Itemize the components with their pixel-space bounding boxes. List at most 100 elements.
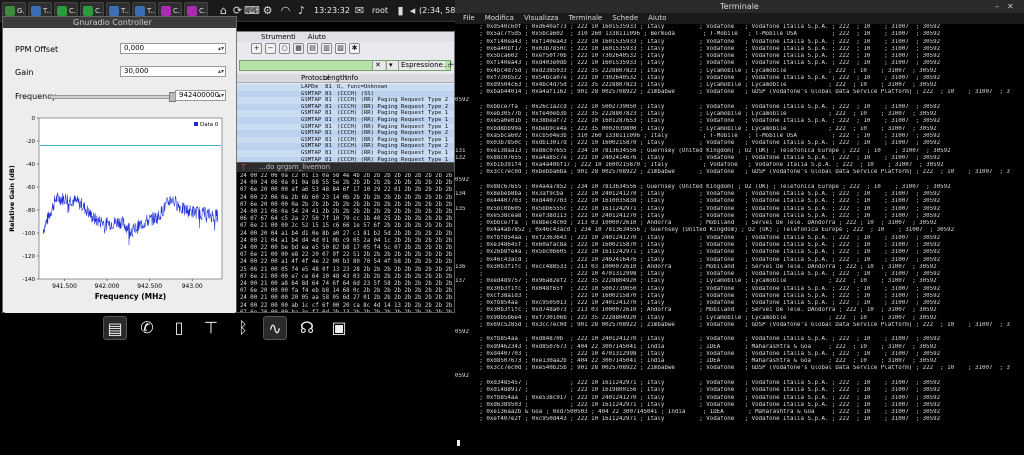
keyboard-icon[interactable]: ⌨ <box>244 3 260 18</box>
close-icon[interactable]: ✕ <box>1007 0 1014 13</box>
waveform-icon[interactable]: ∿ <box>263 316 287 340</box>
zoom-in-icon[interactable]: + <box>251 43 262 54</box>
packet-row[interactable]: GSMTAP81 (CCCH) (RR) Paging Request Type … <box>237 136 454 144</box>
terminal-menu-file[interactable]: File <box>463 14 475 22</box>
filter-clear-icon[interactable]: ✕ <box>372 61 385 70</box>
display-filter-input[interactable]: ✕ ▾ Espressione... <box>239 60 451 71</box>
capture-filters-icon[interactable]: ▤ <box>307 43 318 54</box>
terminal-line: 0592 <box>455 372 469 379</box>
add-filter-button[interactable]: + <box>447 60 454 70</box>
terminal-line: ; 0xfb854aa ; 0xe538c917 ; 222 10 240124… <box>455 394 941 401</box>
x-tick-label: 943.00 <box>182 283 203 290</box>
terminal-line: ; 0xbbce7fa ; 0x8bec4c0d ; 213 03 100007… <box>455 220 937 227</box>
packet-len: 81 <box>325 97 332 104</box>
terminal-menu-terminale[interactable]: Terminale <box>568 14 602 22</box>
bluetooth-icon[interactable]: ᛒ <box>231 316 255 340</box>
user-name[interactable]: root <box>372 0 388 21</box>
terminal-line: ; 0x4bc4d75d ; 0xd2385933 ; 222 35 22288… <box>455 67 937 74</box>
filter-history-icon[interactable]: ▾ <box>386 61 398 70</box>
terminal-line: ; 0x44407703 ; 0xd4407703 ; 222 10 16100… <box>455 198 941 205</box>
packet-len: 81 <box>325 90 332 97</box>
terminal-menu-modifica[interactable]: Modifica <box>485 14 514 22</box>
terminal-output[interactable]: ; 0xd540c60f ; 0xd640af73 ; 222 10 16015… <box>455 24 1024 455</box>
y-tick-label: -120 <box>23 254 36 260</box>
hex-line: 07 6e 21 00 00 2c 52 15 15 c6 66 1e 57 6… <box>240 223 453 230</box>
headset-icon[interactable]: ☊ <box>295 316 319 340</box>
x-tick-label: 942.000 <box>95 283 120 290</box>
clock[interactable]: 13:23:32 <box>314 0 350 21</box>
hex-line: 07 6e 21 00 00 e7 ce 64 10 48 43 03 2b 2… <box>240 273 453 280</box>
app-icon <box>31 6 41 16</box>
terminal-line: ; 0xef407e2f ; 0xc950d443 ; 222 10 16112… <box>455 416 941 423</box>
packet-row[interactable]: GSMTAP 81 (CCCH) (SS) <box>237 90 454 98</box>
terminal-title-bar[interactable]: Terminale – ✕ <box>455 0 1024 13</box>
terminal-line: ; 0x46c43acd ; ; 222 10 2402416476 ; Ita… <box>455 256 941 263</box>
terminal-menu-visualizza[interactable]: Visualizza <box>524 14 558 22</box>
coloring-icon[interactable]: ▧ <box>335 43 346 54</box>
legend-swatch <box>194 122 198 126</box>
bell-icon[interactable]: ✉ <box>352 3 367 18</box>
x-tick-label: 942.500 <box>137 283 162 290</box>
terminal-menu-schede[interactable]: Schede <box>612 14 638 22</box>
terminal-line: ; 0xf140ea43 ; 0xd403e0db ; 222 10 16015… <box>455 60 941 67</box>
packet-row[interactable]: GSMTAP81 (CCCH) (RR) Paging Request Type … <box>237 123 454 131</box>
resize-columns-icon[interactable]: ▦ <box>293 43 304 54</box>
display-filters-icon[interactable]: ▥ <box>321 43 332 54</box>
expression-button[interactable]: Espressione... <box>398 61 449 70</box>
terminal-line: ; 0xa5bca602 ; 0xcb504e3b ; 310 260 1338… <box>455 132 941 139</box>
frequency-slider[interactable] <box>50 92 176 102</box>
packet-len: 81 <box>325 84 332 90</box>
packet-row[interactable]: GSMTAP81 (CCCH) (RR) Paging Request Type … <box>237 97 454 104</box>
taskbar-item-label: C... <box>95 7 103 15</box>
col-length[interactable]: Length <box>323 74 347 83</box>
packet-row[interactable]: LAPDm 81 U, func=Unknown <box>237 84 454 91</box>
gain-input[interactable]: 30,000 ▴▾ <box>120 66 226 77</box>
gear-icon[interactable]: ⚙ <box>260 3 275 18</box>
terminal-line: ; 0x5bca602 ; 0xef50f70b ; 222 10 730264… <box>455 53 941 60</box>
terminal-icon[interactable]: ▣ <box>327 316 351 340</box>
minimize-icon[interactable]: – <box>995 0 999 13</box>
terminal-menu-aiuto[interactable]: Aiuto <box>648 14 666 22</box>
window-title[interactable]: T ...do grgsm_livemon <box>237 163 454 172</box>
x-tick-label: 941.500 <box>52 283 77 290</box>
zoom-out-icon[interactable]: − <box>265 43 276 54</box>
window-title[interactable]: Gnuradio Controller <box>3 17 236 28</box>
packet-row[interactable]: GSMTAP81 (CCCH) (RR) Paging Request Type … <box>237 116 454 124</box>
spectrum-icon[interactable]: ▤ <box>103 316 127 340</box>
hex-line: 07 6e 20 00 00 af a6 53 48 84 6f 17 10 2… <box>240 187 453 194</box>
preferences-icon[interactable]: ✱ <box>349 43 360 54</box>
terminal-line: ; 0xb1b391f4 ; 0xa4a40bf17 ; 222 10 1600… <box>455 162 944 169</box>
wifi-icon[interactable]: ⊤ <box>199 316 223 340</box>
packet-proto: GSMTAP <box>301 110 322 117</box>
spectrum-chart: 0 -20 -40 -60 -80 -100 -120 -140 941.500 942.000 9… <box>8 116 223 301</box>
zoom-reset-icon[interactable]: ○ <box>279 43 290 54</box>
spectrum-plot[interactable]: 0 -20 -40 -60 -80 -100 -120 -140 941.500 942.000 9… <box>5 112 235 313</box>
phone-icon[interactable]: ✆ <box>135 316 159 340</box>
menu-item-strumenti[interactable]: Strumenti <box>261 33 296 41</box>
packet-row[interactable]: GSMTAP81 (CCCH) (RR) Paging Request Type … <box>237 103 454 111</box>
packet-row[interactable]: GSMTAP81 (CCCH) (RR) Paging Request Type … <box>237 149 454 157</box>
packet-row[interactable]: GSMTAP81 (CCCH) (RR) Paging Request Type … <box>237 130 454 137</box>
terminal-line: ; ; ; 222 10 4701312998 ; Italy ; Vodafo… <box>455 271 941 278</box>
col-info[interactable]: Info <box>345 74 358 83</box>
mobile-icon[interactable]: ▯ <box>167 316 191 340</box>
terminal-line: ; 0xd9504c63 ; 0x4bc4d75d ; 222 35 22288… <box>455 82 937 89</box>
spin-arrows-icon[interactable]: ▴▾ <box>218 67 224 76</box>
taskbar-item-label: T... <box>121 7 129 15</box>
wifi-tray-icon[interactable]: ◠ <box>278 3 293 18</box>
spin-arrows-icon[interactable]: ▴▾ <box>218 44 224 53</box>
sound-icon[interactable]: ♪ <box>294 3 309 18</box>
volume-icon[interactable]: ◂ <box>405 3 420 18</box>
y-tick-label: -20 <box>26 139 35 145</box>
hex-line: 06 07 67 64 c5 2a 27 50 7f 10 70 cc 1b 4… <box>240 216 453 223</box>
gain-label: Gain <box>15 68 34 77</box>
ppm-offset-input[interactable]: 0,000 ▴▾ <box>120 43 226 54</box>
frequency-input[interactable]: 942400000 ▴▾ <box>175 90 226 101</box>
desktop: G...T...C...C...T...T...C...C... ⌂ ⟳ ⌨ ⚙… <box>0 0 1024 455</box>
menu-item-aiuto[interactable]: Aiuto <box>308 33 326 41</box>
battery-status: (2:34, 58%) <box>419 6 455 15</box>
hex-line: 07 6e 21 00 00 e8 22 20 07 9f 22 51 2b 2… <box>240 252 453 259</box>
packet-row[interactable]: GSMTAP81 (CCCH) (RR) Paging Request Type … <box>237 143 454 150</box>
packet-row[interactable]: GSMTAP81 (CCCH) (RR) Paging Request Type … <box>237 110 454 117</box>
spin-arrows-icon[interactable]: ▴▾ <box>218 91 224 100</box>
